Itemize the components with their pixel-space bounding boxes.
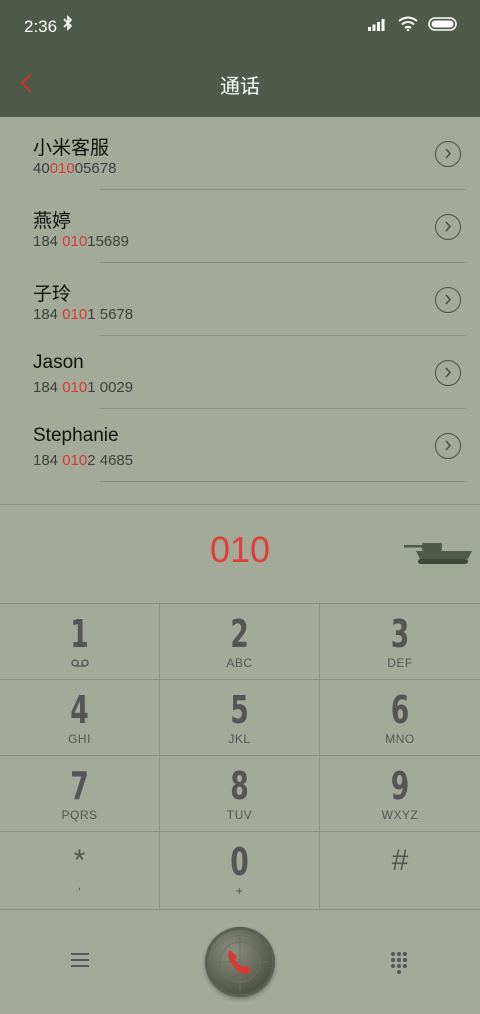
contact-name: 燕婷 xyxy=(33,211,72,232)
contact-name: 小米客服 xyxy=(33,138,110,159)
call-button[interactable] xyxy=(205,927,275,997)
contact-number: 184 0101 0029 xyxy=(33,379,134,396)
tank-icon xyxy=(404,535,476,565)
key-5[interactable]: 5 JKL xyxy=(160,680,320,756)
key-1[interactable]: 1 xyxy=(0,604,160,680)
key-star[interactable]: * , xyxy=(0,832,160,908)
key-3[interactable]: 3 DEF xyxy=(320,604,480,680)
voicemail-icon xyxy=(0,656,159,670)
bottom-bar xyxy=(0,909,480,1014)
details-chevron-icon[interactable] xyxy=(435,433,461,459)
key-8[interactable]: 8 TUV xyxy=(160,756,320,832)
contact-number: 4001005678 xyxy=(33,160,117,177)
battery-icon xyxy=(428,16,458,36)
list-item[interactable]: 子玲 184 0101 5678 xyxy=(0,263,480,336)
dial-keypad: 1 2 ABC 3 DEF 4 GHI 5 JKL 6 MNO 7 PQRS 8… xyxy=(0,603,480,910)
contact-name: Stephanie xyxy=(33,425,119,446)
wifi-icon xyxy=(398,16,418,36)
contact-name: Jason xyxy=(33,352,84,373)
details-chevron-icon[interactable] xyxy=(435,287,461,313)
list-item[interactable]: Stephanie 184 0102 4685 xyxy=(0,409,480,482)
bluetooth-icon xyxy=(63,15,73,36)
list-item[interactable]: 燕婷 184 01015689 xyxy=(0,190,480,263)
status-bar: 2:36 xyxy=(0,0,480,52)
list-item[interactable]: Jason 184 0101 0029 xyxy=(0,336,480,409)
key-9[interactable]: 9 WXYZ xyxy=(320,756,480,832)
key-2[interactable]: 2 ABC xyxy=(160,604,320,680)
menu-icon[interactable] xyxy=(68,948,94,972)
list-item[interactable]: 小米客服 4001005678 xyxy=(0,117,480,190)
key-4[interactable]: 4 GHI xyxy=(0,680,160,756)
details-chevron-icon[interactable] xyxy=(435,141,461,167)
signal-icon xyxy=(368,17,388,36)
key-7[interactable]: 7 PQRS xyxy=(0,756,160,832)
contact-number: 184 0101 5678 xyxy=(33,306,134,323)
divider xyxy=(100,481,466,482)
details-chevron-icon[interactable] xyxy=(435,360,461,386)
contact-number: 184 01015689 xyxy=(33,233,129,250)
app-header: 通话 xyxy=(0,52,480,117)
status-time: 2:36 xyxy=(24,17,58,36)
dial-input-area: 010 xyxy=(0,505,480,603)
key-6[interactable]: 6 MNO xyxy=(320,680,480,756)
keypad-toggle-icon[interactable] xyxy=(389,950,409,974)
phone-icon xyxy=(211,933,269,991)
contact-results-list[interactable]: 小米客服 4001005678 燕婷 184 01015689 子玲 184 0… xyxy=(0,117,480,504)
key-0[interactable]: 0 + xyxy=(160,832,320,908)
contact-name: 子玲 xyxy=(33,284,72,305)
key-hash[interactable]: # xyxy=(320,832,480,908)
details-chevron-icon[interactable] xyxy=(435,214,461,240)
contact-number: 184 0102 4685 xyxy=(33,452,134,469)
page-title: 通话 xyxy=(220,76,260,98)
status-icons xyxy=(368,16,458,36)
